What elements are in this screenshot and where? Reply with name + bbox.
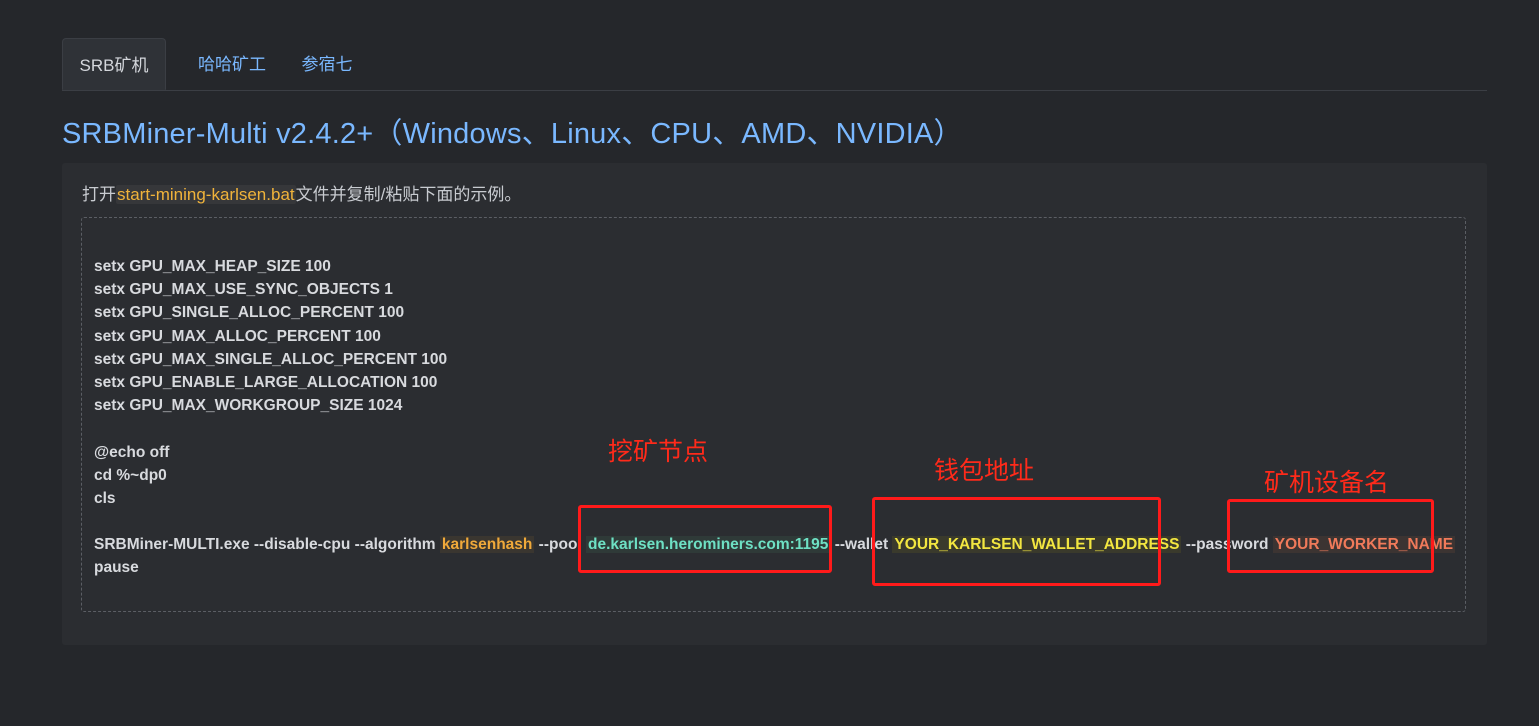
code-line-setx: setx GPU_SINGLE_ALLOC_PERCENT 100 bbox=[94, 304, 405, 322]
command-exe: SRBMiner-MULTI.exe --disable-cpu --algor… bbox=[94, 536, 440, 554]
intro-suffix: 文件并复制/粘贴下面的示例。 bbox=[295, 185, 522, 204]
annotation-wallet-box bbox=[872, 497, 1161, 586]
code-line-setx: setx GPU_MAX_WORKGROUP_SIZE 1024 bbox=[94, 397, 403, 415]
page-title: SRBMiner-Multi v2.4.2+（Windows、Linux、CPU… bbox=[62, 118, 963, 150]
filename-highlight: start-mining-karlsen.bat bbox=[116, 185, 296, 204]
algorithm-value: karlsenhash bbox=[439, 536, 535, 554]
tab-rigel[interactable]: 参宿七 bbox=[290, 38, 364, 90]
annotation-worker-label: 矿机设备名 bbox=[1264, 469, 1390, 497]
tab-srb-miner[interactable]: SRB矿机 bbox=[62, 38, 166, 90]
annotation-pool-label: 挖矿节点 bbox=[608, 438, 709, 466]
intro-prefix: 打开 bbox=[82, 185, 116, 204]
tab-bar: SRB矿机 哈哈矿工 参宿七 bbox=[62, 38, 1487, 91]
annotation-pool-box bbox=[578, 505, 832, 573]
code-line-cd: cd %~dp0 bbox=[94, 466, 167, 484]
intro-text: 打开start-mining-karlsen.bat文件并复制/粘贴下面的示例。 bbox=[82, 180, 521, 205]
annotation-worker-box bbox=[1227, 499, 1434, 573]
annotation-wallet-label: 钱包地址 bbox=[934, 457, 1035, 485]
code-line-setx: setx GPU_ENABLE_LARGE_ALLOCATION 100 bbox=[94, 373, 438, 391]
code-line-echo: @echo off bbox=[94, 443, 170, 461]
code-line-setx: setx GPU_MAX_SINGLE_ALLOC_PERCENT 100 bbox=[94, 350, 448, 368]
tab-haha-miner[interactable]: 哈哈矿工 bbox=[174, 38, 290, 90]
code-line-setx: setx GPU_MAX_HEAP_SIZE 100 bbox=[94, 258, 331, 275]
code-line-setx: setx GPU_MAX_ALLOC_PERCENT 100 bbox=[94, 327, 381, 345]
code-line-setx: setx GPU_MAX_USE_SYNC_OBJECTS 1 bbox=[94, 281, 393, 299]
